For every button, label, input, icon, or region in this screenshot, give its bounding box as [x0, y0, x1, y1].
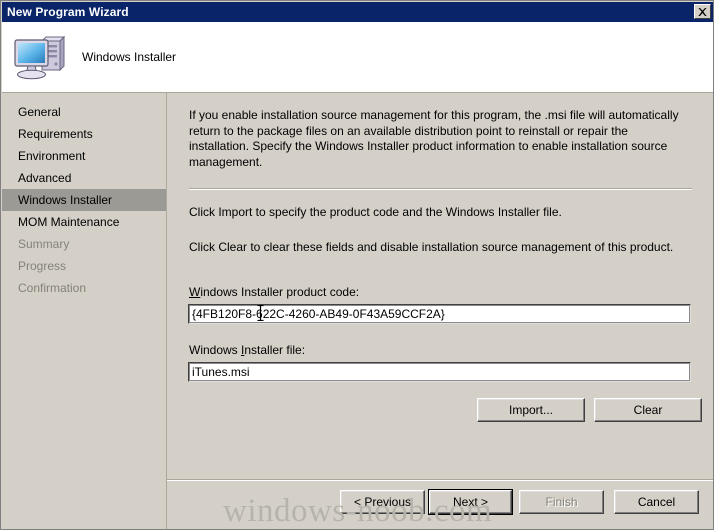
next-button[interactable]: Next >	[428, 489, 513, 515]
sidebar-item-windows-installer[interactable]: Windows Installer	[2, 189, 166, 211]
sidebar-item-requirements[interactable]: Requirements	[2, 123, 166, 145]
import-button-label: Import...	[508, 403, 553, 417]
finish-button: Finish	[519, 490, 604, 514]
next-button-label: Next >	[429, 490, 512, 514]
window-title: New Program Wizard	[7, 5, 129, 19]
product-code-label: Windows Installer product code:	[189, 285, 360, 299]
content-separator	[189, 188, 692, 190]
title-bar[interactable]: New Program Wizard	[2, 2, 713, 22]
product-code-input[interactable]: {4FB120F8-622C-4260-AB49-0F43A59CCF2A}	[188, 304, 691, 324]
clear-hint-text: Click Clear to clear these fields and di…	[189, 240, 674, 254]
computer-icon	[14, 35, 66, 80]
clear-button[interactable]: Clear	[594, 398, 702, 422]
intro-paragraph: If you enable installation source manage…	[189, 108, 679, 169]
close-button[interactable]	[694, 4, 711, 19]
cancel-button-label: Cancel	[637, 495, 676, 509]
close-icon	[698, 7, 707, 16]
new-program-wizard-dialog: New Program Wizard Windows Installer Gen…	[0, 0, 714, 530]
installer-file-label: Windows Installer file:	[189, 343, 306, 357]
wizard-step-list: General Requirements Environment Advance…	[2, 93, 166, 529]
sidebar-item-general[interactable]: General	[2, 101, 166, 123]
sidebar-item-confirmation: Confirmation	[18, 281, 87, 295]
footer-divider	[167, 479, 713, 481]
content-pane: If you enable installation source manage…	[167, 93, 713, 529]
clear-button-label: Clear	[633, 403, 663, 417]
wizard-header: Windows Installer	[2, 22, 713, 92]
sidebar-item-mom-maintenance[interactable]: MOM Maintenance	[2, 211, 166, 233]
sidebar-item-summary: Summary	[18, 237, 70, 251]
sidebar-item-advanced[interactable]: Advanced	[2, 167, 166, 189]
previous-button-label: < Previous	[353, 495, 412, 509]
sidebar-item-environment[interactable]: Environment	[2, 145, 166, 167]
previous-button[interactable]: < Previous	[340, 490, 425, 514]
installer-file-input[interactable]: iTunes.msi	[188, 362, 691, 382]
import-button[interactable]: Import...	[477, 398, 585, 422]
sidebar-item-progress: Progress	[18, 259, 67, 273]
import-hint-text: Click Import to specify the product code…	[189, 205, 562, 219]
cancel-button[interactable]: Cancel	[614, 490, 699, 514]
header-title: Windows Installer	[82, 50, 177, 64]
finish-button-label: Finish	[545, 495, 578, 509]
